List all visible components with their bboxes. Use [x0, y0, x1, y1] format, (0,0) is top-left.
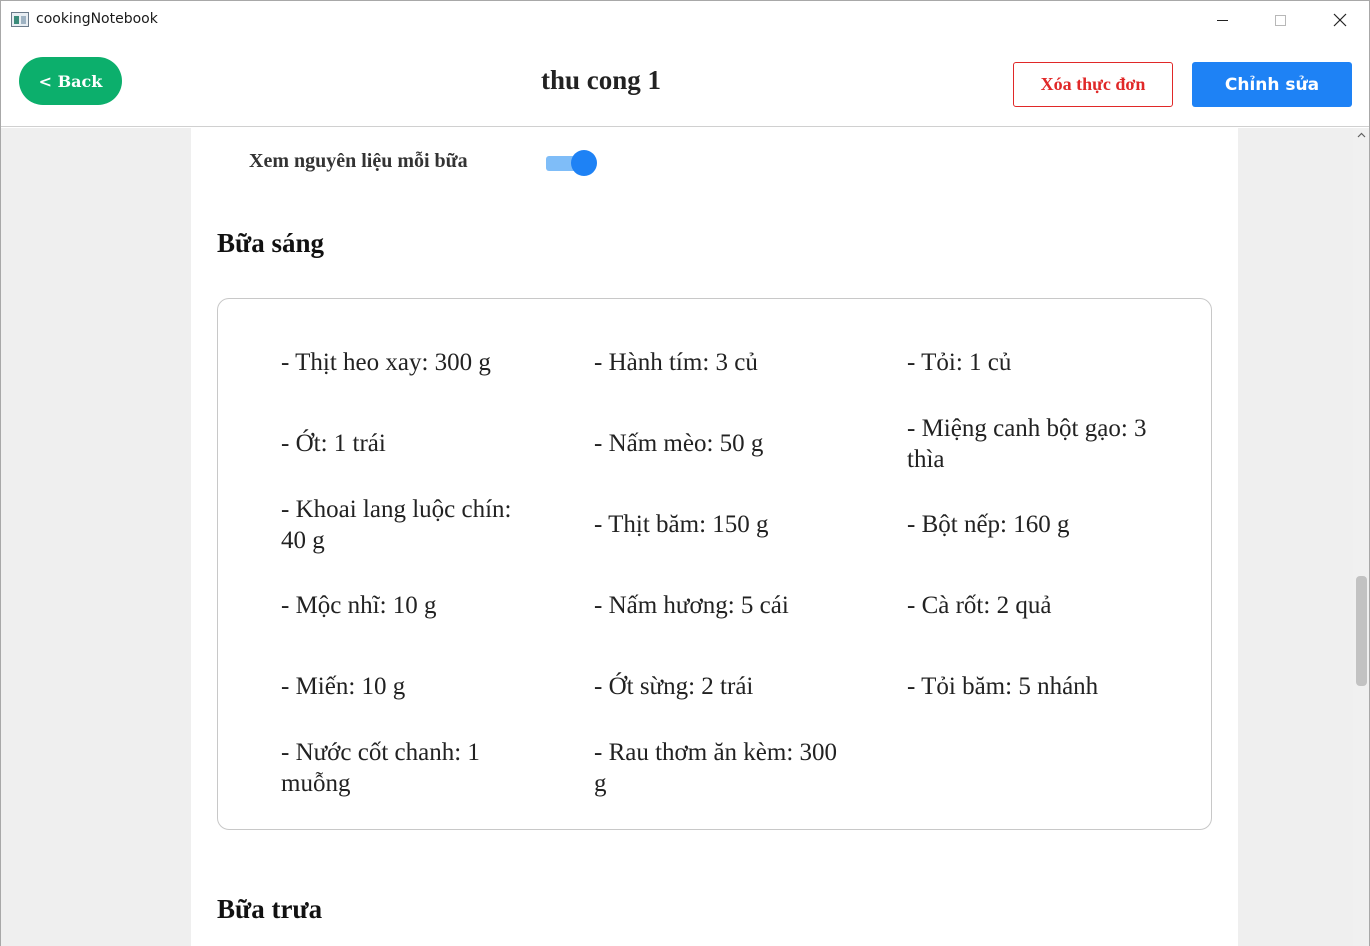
toggle-thumb: [571, 150, 597, 176]
page-title: thu cong 1: [540, 65, 662, 95]
ingredient-item: - Bột nếp: 160 g: [907, 511, 1070, 538]
maximize-button[interactable]: [1251, 1, 1309, 39]
scrollbar-thumb[interactable]: [1356, 576, 1367, 686]
close-icon: [1333, 13, 1347, 27]
ingredient-item: - Thịt heo xay: 300 g: [281, 349, 491, 376]
minimize-icon: [1216, 19, 1228, 21]
ingredient-item: - Rau thơm ăn kèm: 300 g: [594, 738, 838, 797]
chevron-up-icon: [1357, 132, 1365, 138]
edit-button[interactable]: Chỉnh sửa: [1192, 62, 1352, 107]
scroll-up-button[interactable]: [1353, 128, 1369, 142]
ingredient-item: - Tỏi: 1 củ: [907, 349, 1012, 376]
ingredient-item: - Nấm hương: 5 cái: [594, 592, 789, 619]
minimize-button[interactable]: [1193, 1, 1251, 39]
content-area: Xem nguyên liệu mỗi bữa Bữa sáng - Thịt …: [1, 128, 1353, 946]
vertical-scrollbar[interactable]: [1353, 128, 1369, 946]
ingredient-item: - Miệng canh bột gạo: 3 thìa: [907, 414, 1147, 473]
ingredients-card: - Thịt heo xay: 300 g - Hành tím: 3 củ -…: [217, 298, 1212, 830]
back-button[interactable]: < Back: [19, 57, 122, 105]
meal-title-breakfast: Bữa sáng: [217, 228, 324, 258]
ingredient-item: - Nấm mèo: 50 g: [594, 430, 764, 457]
ingredient-item: - Nước cốt chanh: 1 muỗng: [281, 738, 480, 797]
app-window: cookingNotebook < Back thu cong 1 Xóa th…: [0, 0, 1370, 946]
window-title: cookingNotebook: [36, 11, 158, 27]
ingredient-item: - Miến: 10 g: [281, 673, 406, 700]
close-window-button[interactable]: [1311, 1, 1369, 39]
ingredient-item: - Tỏi băm: 5 nhánh: [907, 673, 1099, 700]
ingredient-item: - Cà rốt: 2 quả: [907, 592, 1052, 619]
menu-panel: Xem nguyên liệu mỗi bữa Bữa sáng - Thịt …: [191, 128, 1238, 946]
ingredient-item: - Thịt băm: 150 g: [594, 511, 769, 538]
ingredients-toggle[interactable]: [546, 150, 598, 176]
toggle-label: Xem nguyên liệu mỗi bữa: [249, 150, 468, 172]
ingredient-item: - Ớt sừng: 2 trái: [594, 673, 754, 700]
ingredient-item: - Hành tím: 3 củ: [594, 349, 758, 376]
ingredient-item: - Ớt: 1 trái: [281, 430, 386, 457]
delete-menu-button[interactable]: Xóa thực đơn: [1013, 62, 1173, 107]
maximize-icon: [1274, 14, 1286, 26]
ingredient-item: - Khoai lang luộc chín: 40 g: [281, 495, 512, 554]
ingredient-item: - Mộc nhĩ: 10 g: [281, 592, 437, 619]
page-header: < Back thu cong 1 Xóa thực đơn Chỉnh sửa: [1, 39, 1369, 127]
title-bar: cookingNotebook: [1, 1, 1369, 39]
app-icon: [11, 12, 29, 27]
meal-title-lunch: Bữa trưa: [217, 894, 323, 924]
